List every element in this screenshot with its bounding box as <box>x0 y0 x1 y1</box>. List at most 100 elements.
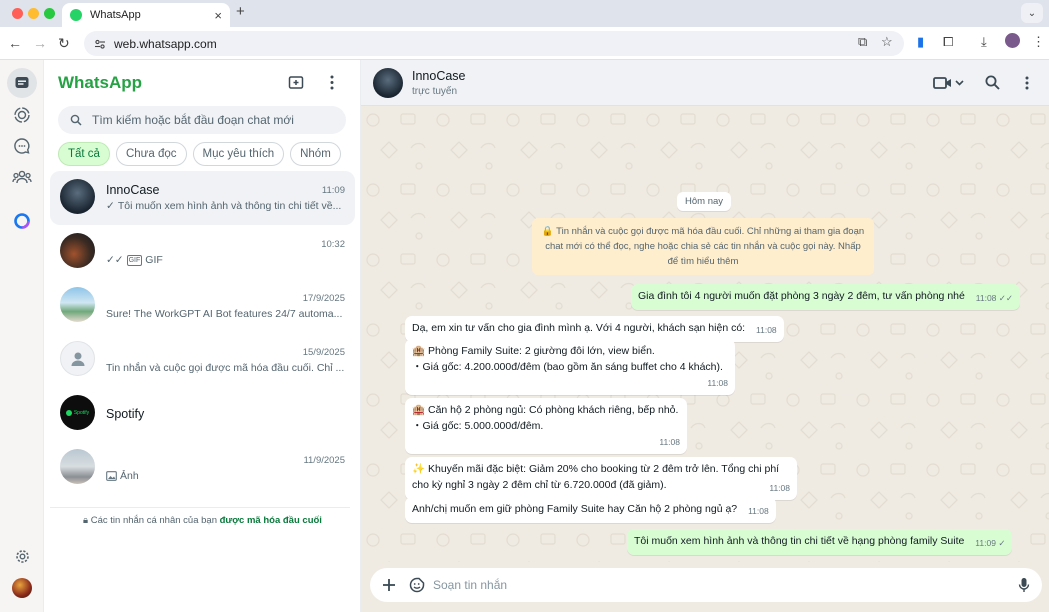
chat-sidebar: WhatsApp Tất cả Chưa đọc Mục yêu thích N… <box>44 60 361 612</box>
channels-nav-button[interactable] <box>11 135 33 157</box>
extensions-puzzle-icon[interactable]: ⧠ <box>943 34 953 50</box>
message-text: Tôi muốn xem hình ảnh và thông tin chi t… <box>634 535 965 547</box>
browser-tab-whatsapp[interactable]: WhatsApp × <box>62 3 230 27</box>
date-separator: Hôm nay <box>677 192 732 211</box>
sidebar-menu-button[interactable] <box>326 74 338 91</box>
message-outgoing[interactable]: Tôi muốn xem hình ảnh và thông tin chi t… <box>627 529 1013 555</box>
browser-tab-bar: WhatsApp × + ⌄ <box>0 0 1049 27</box>
browser-menu-icon[interactable]: ⋮ <box>1032 34 1045 50</box>
meta-ai-icon <box>14 213 30 229</box>
message-text: Anh/chị muốn em giữ phòng Family Suite h… <box>412 503 738 515</box>
whatsapp-app: WhatsApp Tất cả Chưa đọc Mục yêu thích N… <box>0 60 1049 612</box>
search-icon <box>985 75 1000 90</box>
back-button[interactable]: ← <box>8 35 22 51</box>
video-camera-icon <box>933 77 964 89</box>
gear-icon <box>15 549 29 563</box>
microphone-icon <box>1018 578 1030 592</box>
contact-avatar[interactable] <box>373 68 403 98</box>
message-incoming[interactable]: ✨ Khuyến mãi đặc biệt: Giảm 20% cho book… <box>405 457 797 500</box>
encryption-link[interactable]: được mã hóa đầu cuối <box>220 515 322 526</box>
message-text-line: 🏨 Phòng Family Suite: 2 giường đôi lớn, … <box>412 345 655 357</box>
encryption-system-message[interactable]: 🔒 Tin nhắn và cuộc gọi được mã hóa đầu c… <box>532 218 874 275</box>
gif-badge-icon: GIF <box>126 254 143 266</box>
sticker-emoji-icon <box>409 577 425 593</box>
emoji-button[interactable] <box>409 577 425 593</box>
close-window-button[interactable] <box>12 8 23 19</box>
status-nav-button[interactable] <box>11 104 33 126</box>
tab-search-button[interactable]: ⌄ <box>1021 3 1043 23</box>
forward-button[interactable]: → <box>33 35 47 51</box>
reload-button[interactable]: ↻ <box>58 35 70 51</box>
message-incoming[interactable]: Anh/chị muốn em giữ phòng Family Suite h… <box>405 497 776 523</box>
search-box[interactable] <box>58 106 346 134</box>
chat-preview: ✓✓ GIF GIF <box>106 254 346 266</box>
search-icon <box>70 114 82 126</box>
composer-box <box>370 568 1042 602</box>
filter-favorites[interactable]: Mục yêu thích <box>192 142 285 166</box>
message-text: Dạ, em xin tư vấn cho gia đình mình ạ. V… <box>412 322 746 334</box>
message-time: 11:08 <box>659 437 680 447</box>
bookmark-star-icon[interactable]: ☆ <box>881 34 893 50</box>
chat-item[interactable]: 11/9/2025 Ảnh <box>50 441 355 495</box>
chat-item[interactable]: 17/9/2025 Sure! The WorkGPT AI Bot featu… <box>50 279 355 333</box>
maximize-window-button[interactable] <box>44 8 55 19</box>
encryption-notice-text: Các tin nhắn cá nhân của bạn <box>90 515 217 526</box>
attach-button[interactable] <box>382 578 396 592</box>
browser-toolbar: ← → ↻ web.whatsapp.com ⧉ ☆ ▮ ⧠ ⤓ ⋮ <box>0 27 1049 60</box>
filter-all[interactable]: Tất cả <box>58 142 110 166</box>
chat-item[interactable]: 10:32 ✓✓ GIF GIF <box>50 225 355 279</box>
chat-preview-text: GIF <box>145 254 163 266</box>
site-info-icon[interactable] <box>94 38 106 50</box>
voice-message-button[interactable] <box>1018 577 1030 593</box>
address-bar[interactable]: web.whatsapp.com <box>84 31 904 56</box>
search-messages-button[interactable] <box>985 75 1000 90</box>
chats-nav-button[interactable] <box>7 68 37 98</box>
contact-avatar <box>60 449 95 484</box>
chats-icon <box>15 77 29 88</box>
message-input[interactable] <box>433 578 993 592</box>
chat-item[interactable]: 15/9/2025 Tin nhắn và cuộc gọi được mã h… <box>50 333 355 387</box>
search-input[interactable] <box>92 113 332 127</box>
message-composer <box>361 562 1049 612</box>
message-text-line: 🏨 Căn hộ 2 phòng ngủ: Có phòng khách riê… <box>412 404 679 416</box>
chat-preview: Sure! The WorkGPT AI Bot features 24/7 a… <box>106 308 346 320</box>
close-tab-button[interactable]: × <box>214 8 222 23</box>
profile-nav-button[interactable] <box>11 577 33 599</box>
chat-preview-text: Ảnh <box>120 470 139 482</box>
extension-icon[interactable]: ▮ <box>917 34 924 50</box>
chat-time: 17/9/2025 <box>302 293 345 304</box>
contact-avatar <box>60 287 95 322</box>
filter-unread[interactable]: Chưa đọc <box>115 142 187 166</box>
profile-avatar[interactable] <box>1005 33 1020 48</box>
install-app-icon[interactable]: ⧉ <box>858 34 867 50</box>
conversation-menu-button[interactable] <box>1023 75 1031 91</box>
filter-groups[interactable]: Nhóm <box>290 142 341 166</box>
minimize-window-button[interactable] <box>28 8 39 19</box>
chat-item-spotify[interactable]: Spotify Spotify <box>50 387 355 441</box>
settings-nav-button[interactable] <box>11 545 33 567</box>
new-tab-button[interactable]: + <box>236 3 245 20</box>
spotify-logo-text: Spotify <box>73 409 90 416</box>
message-text-line: ・Giá gốc: 5.000.000đ/đêm. <box>412 420 544 432</box>
contact-name: InnoCase <box>412 69 466 83</box>
download-icon[interactable]: ⤓ <box>981 34 987 50</box>
message-incoming[interactable]: 🏨 Căn hộ 2 phòng ngủ: Có phòng khách riê… <box>405 398 687 454</box>
chat-name: Spotify <box>106 407 145 421</box>
communities-nav-button[interactable] <box>11 166 33 188</box>
meta-ai-nav-button[interactable] <box>11 210 33 232</box>
read-tick-icon: ✓✓ <box>106 254 124 266</box>
message-time: 11:08 <box>707 378 728 388</box>
message-time: 11:08 <box>748 506 769 516</box>
chat-item-innocase[interactable]: InnoCase 11:09 ✓ Tôi muốn xem hình ảnh v… <box>50 171 355 225</box>
chat-preview: Tin nhắn và cuộc gọi được mã hóa đầu cuố… <box>106 362 346 374</box>
video-call-button[interactable] <box>933 75 965 91</box>
chat-preview-text: Sure! The WorkGPT AI Bot features 24/7 a… <box>106 308 343 320</box>
status-icon <box>14 107 30 123</box>
conversation-panel: InnoCase trực tuyến Hôm nay 🔒 Tin nhắn v… <box>361 60 1049 612</box>
new-chat-button[interactable] <box>288 74 305 91</box>
chat-time: 11/9/2025 <box>303 455 345 466</box>
message-outgoing[interactable]: Gia đình tôi 4 người muốn đặt phòng 3 ng… <box>631 284 1021 310</box>
message-incoming[interactable]: 🏨 Phòng Family Suite: 2 giường đôi lớn, … <box>405 339 735 395</box>
conversation-header[interactable]: InnoCase trực tuyến <box>361 60 1049 106</box>
message-time: 11:08 <box>769 483 790 493</box>
